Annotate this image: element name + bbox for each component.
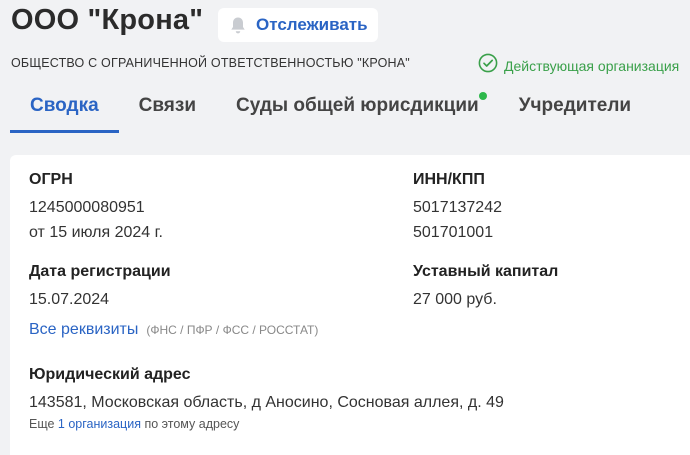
inn-kpp-block: ИНН/КПП 5017137242 501701001: [413, 171, 502, 245]
tab-label: Связи: [138, 95, 197, 116]
all-details-link[interactable]: Все реквизиты: [29, 321, 138, 339]
ogrn-label: ОГРН: [29, 171, 73, 188]
tab-label: Суды общей юрисдикции: [236, 95, 479, 116]
status-badge: Действующая организация: [478, 53, 679, 78]
tab-founders[interactable]: Учредители: [499, 85, 651, 133]
tab-summary[interactable]: Сводка: [10, 85, 119, 133]
tab-label: Сводка: [30, 95, 99, 116]
tab-bar: Сводка Связи Суды общей юрисдикции Учред…: [10, 85, 690, 133]
company-full-name: ОБЩЕСТВО С ОГРАНИЧЕННОЙ ОТВЕТСТВЕННОСТЬЮ…: [11, 56, 410, 70]
capital-label: Уставный капитал: [413, 263, 559, 280]
inn-kpp-label: ИНН/КПП: [413, 171, 485, 188]
tab-links[interactable]: Связи: [119, 85, 216, 133]
address-value: 143581, Московская область, д Аносино, С…: [29, 394, 504, 411]
new-indicator-dot: [478, 92, 487, 100]
all-details-row: Все реквизиты (ФНС / ПФР / ФСС / РОССТАТ…: [29, 321, 318, 339]
kpp-value: 501701001: [413, 224, 494, 241]
reg-date-label: Дата регистрации: [29, 263, 171, 280]
bell-icon: [228, 15, 248, 35]
follow-button-label: Отслеживать: [256, 15, 368, 34]
address-block: Юридический адрес 143581, Московская обл…: [29, 366, 504, 431]
capital-block: Уставный капитал 27 000 руб.: [413, 263, 558, 312]
address-more-prefix: Еще: [29, 417, 55, 431]
address-label: Юридический адрес: [29, 366, 191, 383]
check-circle-icon: [478, 53, 498, 78]
ogrn-value: 1245000080951: [29, 199, 145, 216]
tab-label: Учредители: [518, 95, 632, 116]
summary-card: ОГРН 1245000080951 от 15 июля 2024 г. ИН…: [10, 155, 690, 455]
follow-button[interactable]: Отслеживать: [218, 8, 378, 42]
status-text: Действующая организация: [504, 57, 680, 74]
reg-date-value: 15.07.2024: [29, 291, 110, 308]
reg-date-block: Дата регистрации 15.07.2024: [29, 263, 171, 312]
tab-courts[interactable]: Суды общей юрисдикции: [216, 85, 499, 133]
ogrn-date: от 15 июля 2024 г.: [29, 224, 163, 241]
inn-value: 5017137242: [413, 199, 502, 216]
capital-value: 27 000 руб.: [413, 291, 497, 308]
company-title: ООО "Крона": [11, 4, 204, 36]
address-more-line: Еще 1 организация по этому адресу: [29, 417, 504, 431]
all-details-note: (ФНС / ПФР / ФСС / РОССТАТ): [146, 323, 319, 337]
address-more-link[interactable]: 1 организация: [58, 417, 141, 431]
ogrn-block: ОГРН 1245000080951 от 15 июля 2024 г.: [29, 171, 163, 245]
address-more-suffix: по этому адресу: [144, 417, 240, 431]
